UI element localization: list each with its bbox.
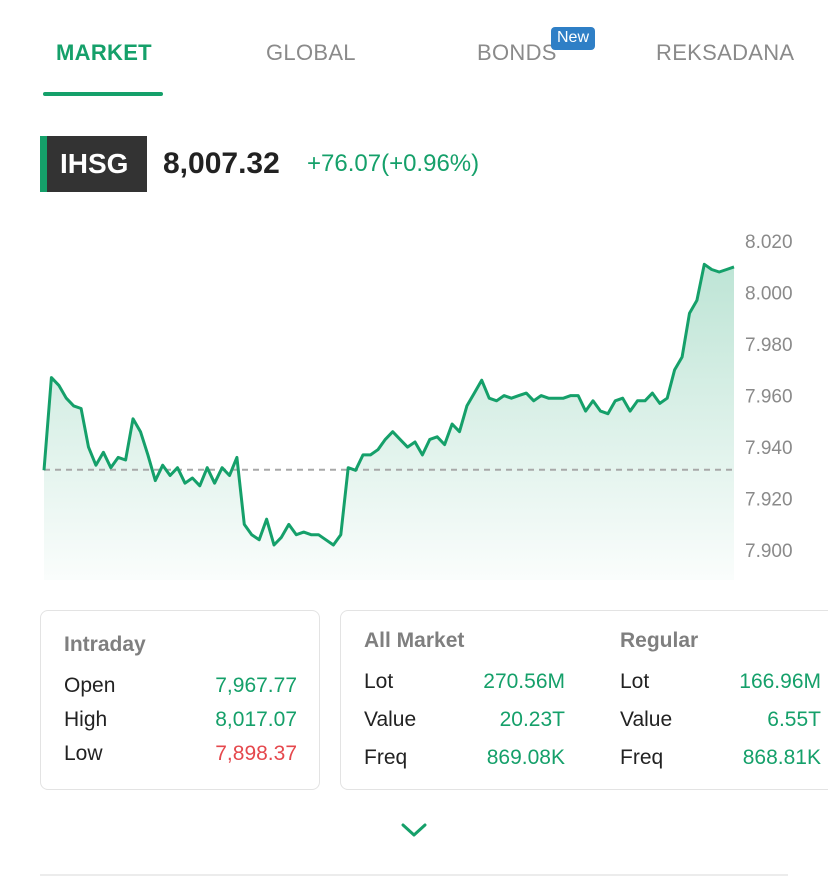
- regular-freq-label: Freq: [620, 746, 664, 769]
- intraday-open-label: Open: [64, 674, 116, 697]
- chevron-down-icon[interactable]: [401, 822, 427, 838]
- y-tick-label: 7.900: [745, 541, 793, 562]
- regular-value-value: 6.55T: [767, 708, 821, 731]
- regular-value-label: Value: [620, 708, 673, 731]
- all-market-value-value: 20.23T: [499, 708, 565, 731]
- top-tab-bar: MARKET GLOBAL BONDS New REKSADANA: [0, 0, 828, 100]
- y-tick-label: 7.980: [745, 335, 793, 356]
- bottom-divider: [40, 874, 788, 876]
- series-area: [44, 264, 734, 580]
- intraday-title: Intraday: [64, 633, 146, 656]
- all-market-freq-label: Freq: [364, 746, 408, 769]
- all-market-lot-label: Lot: [364, 670, 394, 693]
- regular-lot-value: 166.96M: [739, 670, 821, 693]
- y-tick-label: 7.920: [745, 490, 793, 511]
- tab-global[interactable]: GLOBAL: [266, 40, 356, 66]
- y-tick-label: 7.940: [745, 438, 793, 459]
- all-market-title: All Market: [364, 629, 465, 652]
- y-tick-label: 8.020: [745, 232, 793, 253]
- all-market-lot-value: 270.56M: [483, 670, 565, 693]
- index-value: 8,007.32: [163, 147, 280, 180]
- intraday-low-value: 7,898.37: [215, 742, 297, 765]
- tab-reksadana[interactable]: REKSADANA: [656, 40, 794, 66]
- intraday-high-label: High: [64, 708, 108, 731]
- index-change: +76.07(+0.96%): [307, 150, 480, 177]
- y-tick-label: 7.960: [745, 387, 793, 408]
- market-stats-card: All Market Lot 270.56M Value 20.23T Freq…: [340, 610, 828, 790]
- index-tag-accent: [40, 136, 47, 192]
- index-name: IHSG: [60, 148, 129, 179]
- regular-lot-label: Lot: [620, 670, 650, 693]
- active-tab-indicator: [43, 92, 163, 96]
- intraday-chart[interactable]: 8.020 8.000 7.980 7.960 7.940 7.920 7.900: [0, 215, 828, 595]
- new-badge: New: [551, 27, 596, 50]
- intraday-high-value: 8,017.07: [215, 708, 297, 731]
- y-tick-label: 8.000: [745, 284, 793, 305]
- regular-title: Regular: [620, 629, 699, 652]
- tab-market[interactable]: MARKET: [56, 40, 152, 66]
- all-market-freq-value: 869.08K: [486, 746, 565, 769]
- y-axis-ticks: 8.020 8.000 7.980 7.960 7.940 7.920 7.900: [745, 232, 793, 562]
- all-market-value-label: Value: [364, 708, 417, 731]
- intraday-open-value: 7,967.77: [215, 674, 297, 697]
- intraday-card: Intraday Open 7,967.77 High 8,017.07 Low…: [40, 610, 320, 790]
- index-name-tag[interactable]: IHSG: [40, 136, 147, 192]
- tab-bonds[interactable]: BONDS: [477, 40, 557, 66]
- intraday-low-label: Low: [64, 742, 103, 765]
- regular-freq-value: 868.81K: [742, 746, 821, 769]
